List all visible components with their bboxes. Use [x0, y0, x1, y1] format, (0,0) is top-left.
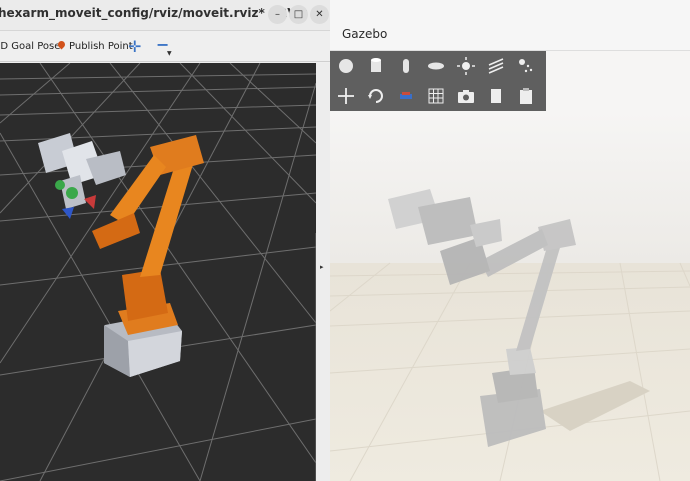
gazebo-toolbar: [330, 51, 546, 111]
screenshot-icon[interactable]: [456, 86, 476, 106]
rviz-3d-viewport[interactable]: [0, 63, 316, 481]
publish-point-label: Publish Point: [69, 41, 133, 52]
publish-point-tool[interactable]: Publish Point: [56, 39, 133, 52]
close-button[interactable]: ✕: [310, 5, 329, 24]
rviz-window-title: hexarm_moveit_config/rviz/moveit.rviz* -…: [0, 6, 308, 20]
plus-icon[interactable]: ✛: [128, 37, 141, 56]
gazebo-titlebar[interactable]: Gazebo: [330, 0, 690, 51]
maximize-button[interactable]: □: [289, 5, 308, 24]
chevron-down-icon[interactable]: ▼: [167, 50, 172, 57]
sun-icon[interactable]: [456, 56, 476, 76]
view-angle-icon[interactable]: [396, 86, 416, 106]
spot-light-icon[interactable]: [516, 56, 536, 76]
ellipsoid-icon[interactable]: [426, 56, 446, 76]
gazebo-scene: [330, 111, 690, 481]
robot-gripper: [38, 133, 126, 219]
map-pin-icon: [56, 39, 67, 50]
panel-splitter[interactable]: ▸: [316, 63, 330, 481]
translate-icon[interactable]: [336, 86, 356, 106]
directional-light-icon[interactable]: [486, 56, 506, 76]
cylinder-icon[interactable]: [366, 56, 386, 76]
grid-icon[interactable]: [426, 86, 446, 106]
chevron-right-icon: ▸: [320, 263, 324, 271]
gazebo-window-title: Gazebo: [342, 27, 388, 41]
gazebo-window: Gazebo: [330, 0, 690, 481]
goal-pose-tool[interactable]: 2D Goal Pose: [0, 41, 60, 52]
gazebo-3d-viewport[interactable]: [330, 111, 690, 481]
rotate-icon[interactable]: [366, 86, 386, 106]
paste-icon[interactable]: [516, 86, 536, 106]
copy-icon[interactable]: [486, 86, 506, 106]
rviz-toolbar: 2D Goal Pose Publish Point ✛ − ▼: [0, 31, 330, 62]
rviz-titlebar[interactable]: hexarm_moveit_config/rviz/moveit.rviz* -…: [0, 0, 330, 31]
rviz-window: hexarm_moveit_config/rviz/moveit.rviz* -…: [0, 0, 330, 481]
capsule-icon[interactable]: [396, 56, 416, 76]
rviz-scene: [0, 63, 316, 481]
minimize-button[interactable]: –: [268, 5, 287, 24]
sphere-icon[interactable]: [336, 56, 356, 76]
